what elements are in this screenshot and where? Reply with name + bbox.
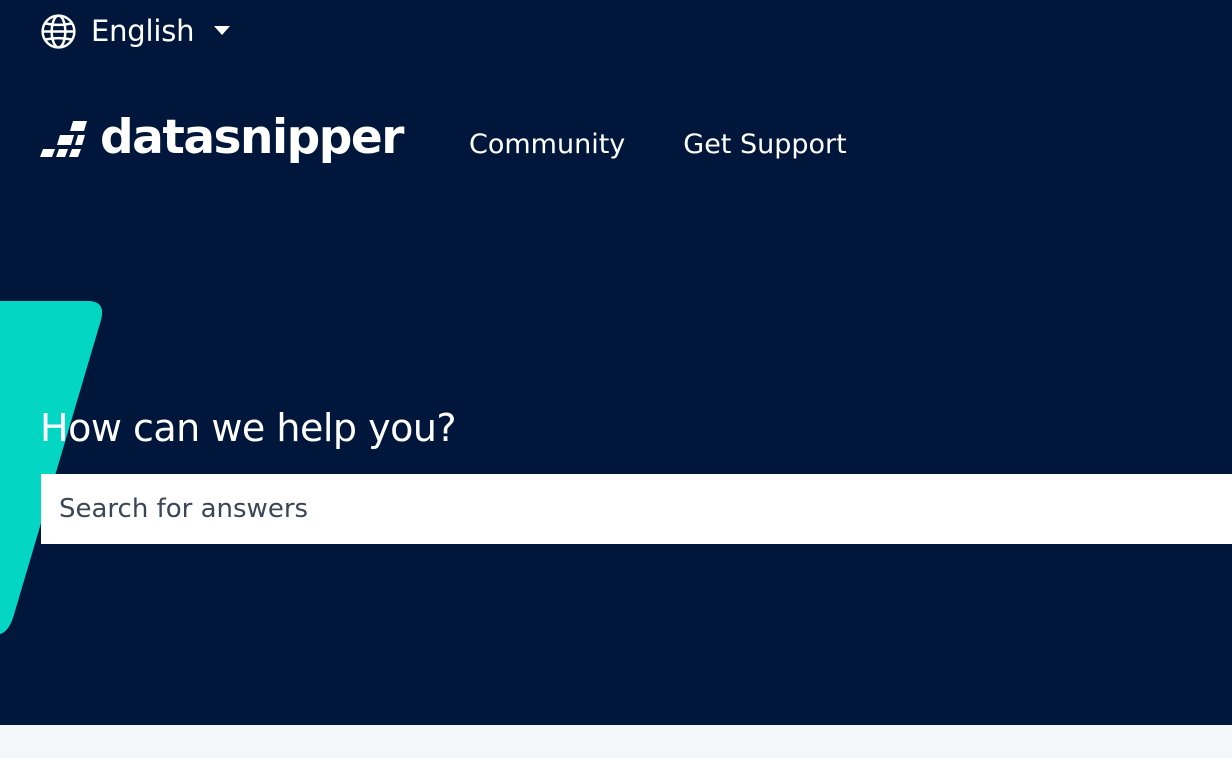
- language-selector[interactable]: English: [40, 12, 231, 50]
- caret-down-icon: [214, 26, 231, 35]
- hero-section: English datasnipper Community Get Suppor…: [0, 0, 1232, 725]
- hero-title: How can we help you?: [40, 406, 457, 450]
- globe-icon: [41, 13, 76, 49]
- brand-name: datasnipper: [100, 110, 404, 165]
- datasnipper-logo[interactable]: datasnipper: [40, 110, 404, 166]
- search-input[interactable]: [41, 474, 1232, 544]
- datasnipper-logo-mark-icon: [40, 121, 87, 157]
- language-label: English: [91, 14, 195, 48]
- nav-link-community[interactable]: Community: [469, 129, 625, 160]
- accent-shape: [0, 301, 103, 634]
- main-nav: Community Get Support: [469, 124, 905, 164]
- page: English datasnipper Community Get Suppor…: [0, 0, 1232, 758]
- nav-link-get-support[interactable]: Get Support: [683, 129, 846, 160]
